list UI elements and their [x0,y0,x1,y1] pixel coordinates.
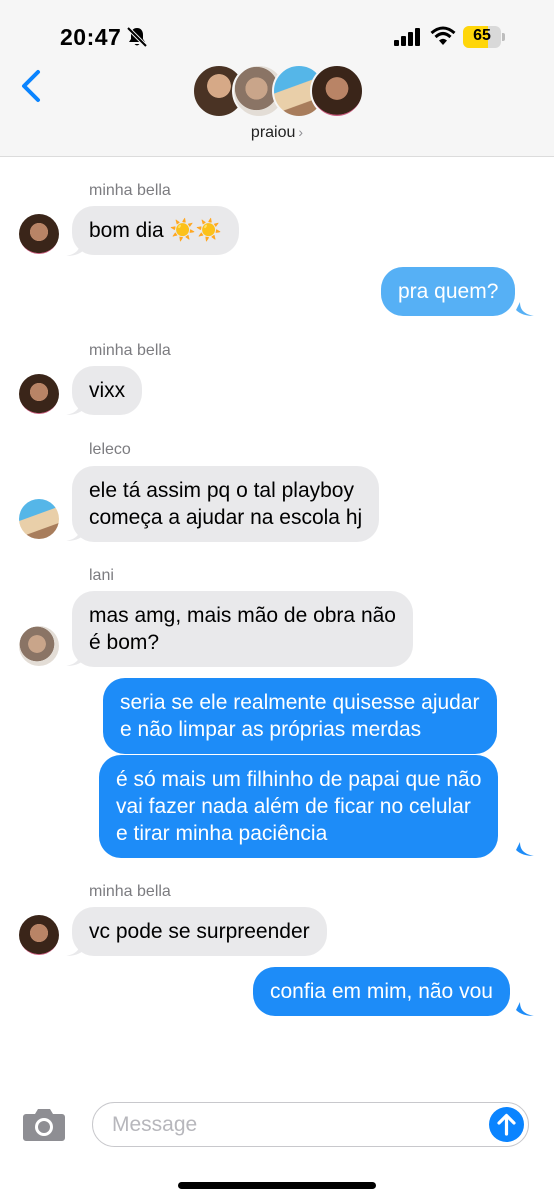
message-text: bom dia ☀️☀️ [89,219,222,242]
message-text: vixx [89,379,126,402]
bell-slash-icon [126,26,148,48]
group-avatars[interactable] [192,64,367,120]
sender-name: lani [89,567,114,584]
avatar[interactable] [19,626,59,666]
message-bubble-incoming[interactable]: ele tá assim pq o tal playboy começa a a… [72,466,380,542]
battery-icon: 65 [463,26,505,48]
message-text: pra quem? [398,280,499,303]
message-bubble-outgoing[interactable]: confia em mim, não vou [253,967,510,1016]
message-line: mas amg, mais mão de obra não [89,604,396,627]
chevron-left-icon[interactable] [18,68,44,104]
message-bubble-incoming[interactable]: mas amg, mais mão de obra não é bom? [72,591,413,667]
camera-icon[interactable] [22,1106,66,1142]
conversation-header: 20:47 65 praiou › [0,0,554,157]
message-line: seria se ele realmente quisesse ajudar [120,691,480,714]
message-line: ele tá assim pq o tal playboy [89,479,354,502]
message-bubble-incoming[interactable]: vixx [72,366,143,415]
message-line: e não limpar as próprias merdas [120,718,422,741]
sender-name: leleco [89,441,131,458]
message-bubble-incoming[interactable]: vc pode se surpreender [72,907,327,956]
avatar[interactable] [19,915,59,955]
message-bubble-incoming[interactable]: bom dia ☀️☀️ [72,206,239,255]
battery-percentage: 65 [473,27,491,44]
message-input[interactable]: Message [92,1102,529,1147]
avatar[interactable] [19,499,59,539]
wifi-icon [430,26,456,45]
sender-name: minha bella [89,883,171,900]
bubble-tail [516,842,534,856]
message-bubble-outgoing[interactable]: pra quem? [381,267,516,316]
message-line: é bom? [89,631,160,654]
message-line: e tirar minha paciência [116,822,328,845]
avatar[interactable] [19,214,59,254]
group-name-button[interactable]: praiou › [0,124,554,142]
sender-name: minha bella [89,182,171,199]
sender-name: minha bella [89,342,171,359]
group-name: praiou [250,124,296,141]
chevron-right-icon: › [298,124,304,140]
message-text: confia em mim, não vou [270,980,493,1003]
avatar[interactable] [19,374,59,414]
arrow-up-icon [497,1113,516,1136]
message-text: vc pode se surpreender [89,920,310,943]
status-time: 20:47 [60,24,122,50]
message-bubble-outgoing[interactable]: é só mais um filhinho de papai que não v… [99,755,499,858]
message-line: vai fazer nada além de ficar no celular [116,795,471,818]
message-input-placeholder: Message [112,1113,198,1136]
message-line: começa a ajudar na escola hj [89,506,363,529]
home-indicator [178,1182,376,1189]
bubble-tail [516,1002,534,1016]
cellular-signal-icon [394,28,420,46]
message-bubble-outgoing[interactable]: seria se ele realmente quisesse ajudar e… [103,678,497,754]
send-button[interactable] [489,1107,524,1142]
avatar [310,64,364,118]
bubble-tail [516,302,534,316]
message-line: é só mais um filhinho de papai que não [116,768,482,791]
